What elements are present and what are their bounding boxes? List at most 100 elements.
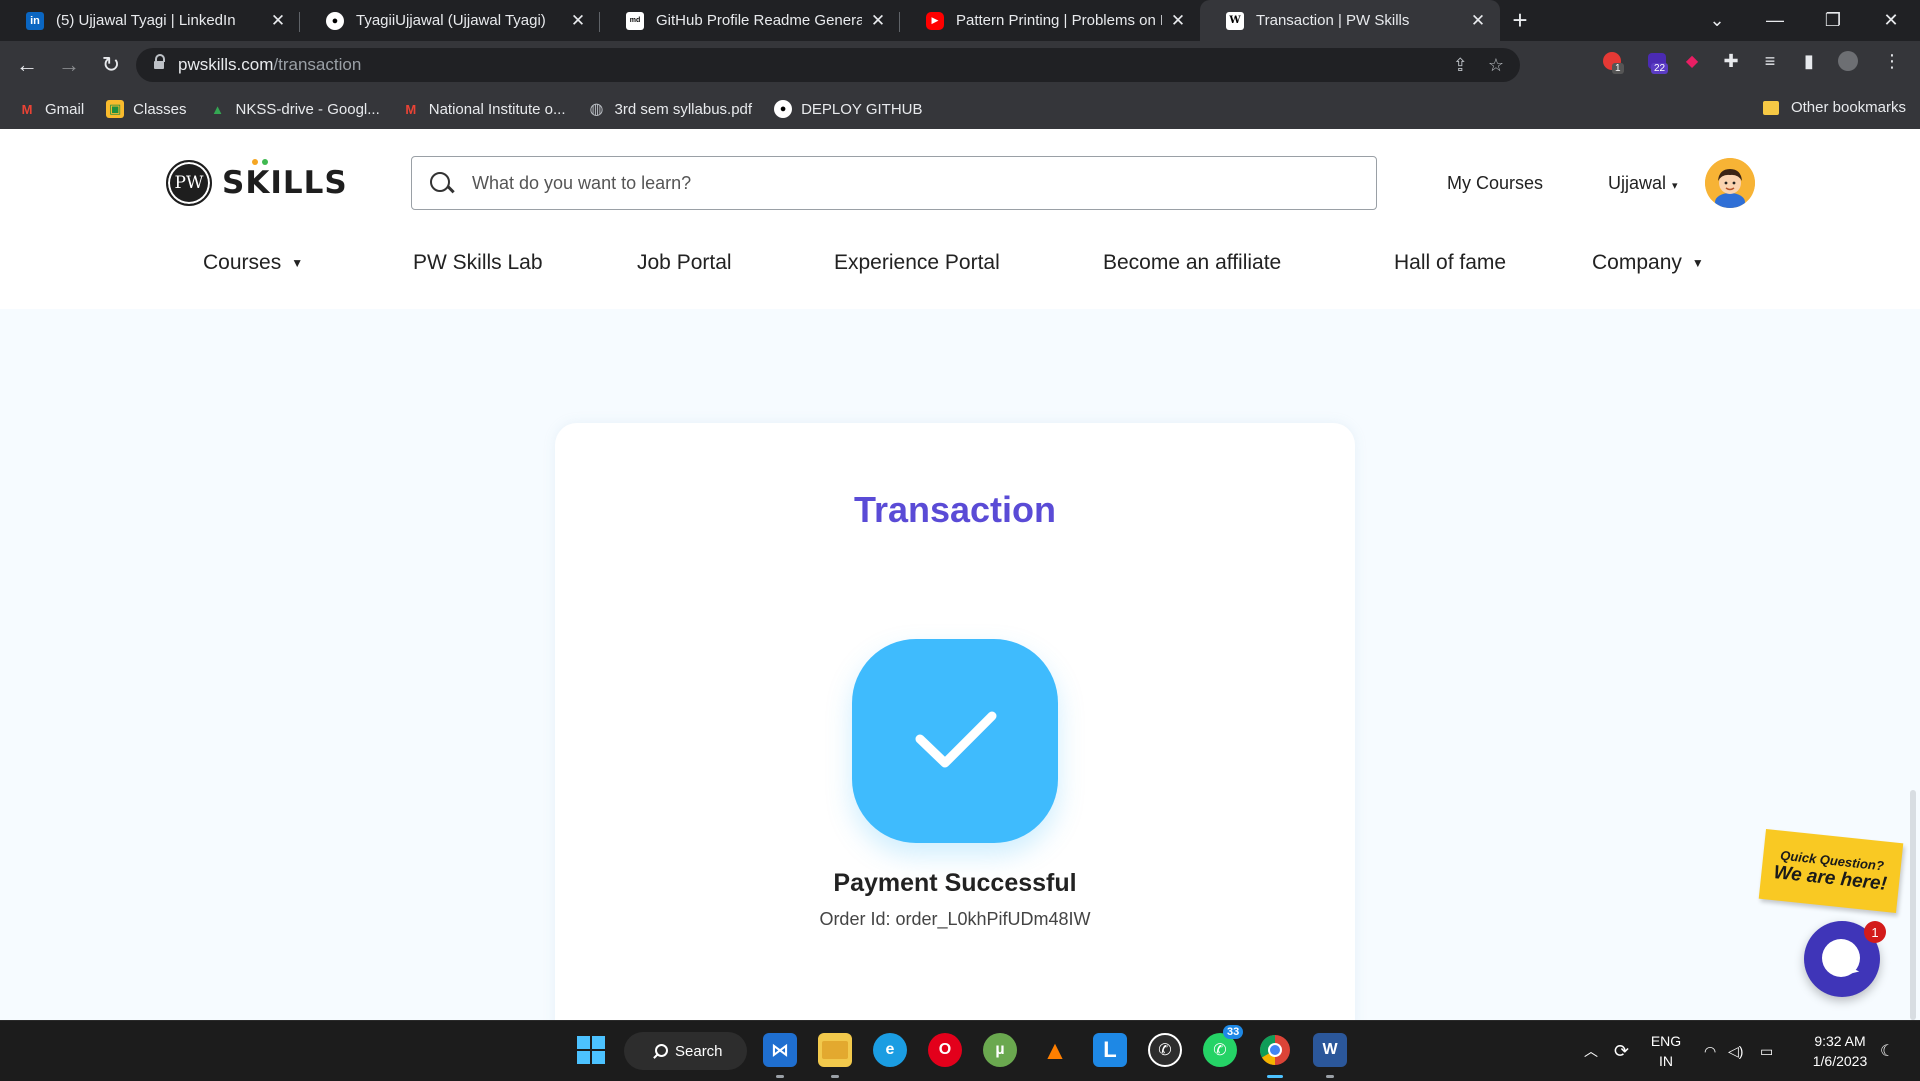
bookmark-deploy-github[interactable]: ● DEPLOY GITHUB bbox=[774, 100, 923, 118]
page-scrollbar[interactable] bbox=[1910, 790, 1916, 1020]
pw-skills-logo[interactable]: PW SKILLS bbox=[166, 159, 348, 206]
sync-icon[interactable]: ⟳ bbox=[1614, 1021, 1629, 1081]
main-navigation: Courses ▼ PW Skills Lab Job Portal Experi… bbox=[0, 245, 1920, 285]
chrome-menu-icon[interactable]: ⋮ bbox=[1880, 49, 1904, 73]
pw-logo-mark: PW bbox=[166, 160, 212, 206]
tab-search-chevron-icon[interactable]: ⌄ bbox=[1688, 10, 1746, 31]
bookmark-label: Gmail bbox=[45, 100, 85, 118]
taskbar-search-label: Search bbox=[675, 1042, 723, 1060]
wifi-icon[interactable]: ◠ bbox=[1704, 1021, 1716, 1081]
bookmark-label: DEPLOY GITHUB bbox=[801, 100, 923, 118]
chat-bubble-icon bbox=[1822, 939, 1860, 977]
folder-icon bbox=[1762, 100, 1779, 115]
volume-icon[interactable]: ◁) bbox=[1728, 1021, 1743, 1081]
avatar[interactable] bbox=[1705, 158, 1755, 208]
close-tab-icon[interactable]: ✕ bbox=[270, 11, 286, 31]
edge-icon[interactable]: e bbox=[873, 1033, 907, 1067]
chevron-down-icon: ▼ bbox=[291, 256, 304, 270]
notification-center-icon[interactable]: ☾ bbox=[1880, 1021, 1894, 1081]
forward-button[interactable]: → bbox=[50, 52, 88, 78]
payment-status: Payment Successful bbox=[833, 869, 1077, 897]
browser-toolbar: ← → ↻ pwskills.com/transaction ⇪ ☆ 1 22 … bbox=[0, 41, 1920, 89]
running-indicator bbox=[1326, 1075, 1334, 1078]
bookmark-syllabus[interactable]: ◍ 3rd sem syllabus.pdf bbox=[588, 100, 753, 119]
tab-linkedin[interactable]: in (5) Ujjawal Tyagi | LinkedIn ✕ bbox=[0, 0, 300, 41]
extension-purple-icon[interactable]: 22 bbox=[1645, 49, 1669, 74]
utorrent-icon[interactable]: µ bbox=[983, 1033, 1017, 1067]
bookmark-gmail[interactable]: M Gmail bbox=[18, 100, 85, 118]
extension-color-icon[interactable]: ◆ bbox=[1680, 49, 1704, 73]
whatsapp-icon[interactable]: ✆ 33 bbox=[1203, 1025, 1244, 1067]
nav-company[interactable]: Company ▼ bbox=[1592, 251, 1704, 275]
chevron-down-icon: ▾ bbox=[1672, 180, 1678, 192]
battery-icon[interactable]: ▭ bbox=[1760, 1021, 1773, 1081]
address-bar[interactable]: pwskills.com/transaction ⇪ ☆ bbox=[136, 48, 1520, 82]
tab-pwskills[interactable]: W Transaction | PW Skills ✕ bbox=[1200, 0, 1500, 41]
tab-github[interactable]: ● TyagiiUjjawal (Ujjawal Tyagi) ✕ bbox=[300, 0, 600, 41]
opera-icon[interactable]: O bbox=[928, 1033, 962, 1067]
vlc-icon[interactable]: ▲ bbox=[1038, 1033, 1072, 1067]
new-tab-button[interactable]: + bbox=[1500, 0, 1540, 41]
extension-red-icon[interactable]: 1 bbox=[1600, 49, 1624, 74]
nav-courses[interactable]: Courses ▼ bbox=[203, 251, 303, 275]
bookmark-nkss-drive[interactable]: ▲ NKSS-drive - Googl... bbox=[209, 100, 380, 118]
language-indicator[interactable]: ENG IN bbox=[1646, 1031, 1686, 1071]
extensions-puzzle-icon[interactable]: ✚ bbox=[1719, 49, 1743, 73]
close-tab-icon[interactable]: ✕ bbox=[870, 11, 886, 31]
url-domain: pwskills.com bbox=[178, 55, 274, 74]
share-icon[interactable]: ⇪ bbox=[1453, 55, 1468, 76]
other-bookmarks[interactable]: Other bookmarks bbox=[1762, 99, 1906, 116]
checkmark-icon bbox=[915, 711, 997, 768]
nav-experience-portal[interactable]: Experience Portal bbox=[834, 251, 1000, 275]
nav-hall-of-fame[interactable]: Hall of fame bbox=[1394, 251, 1506, 275]
classroom-icon: ▣ bbox=[106, 100, 125, 118]
windows-taskbar: Search ⋈ e O µ ▲ L ✆ ✆ 33 W ︿ ⟳ ENG IN ◠… bbox=[0, 1020, 1920, 1081]
taskbar-search-button[interactable]: Search bbox=[624, 1032, 747, 1070]
tab-readme-generator[interactable]: md GitHub Profile Readme Generator ✕ bbox=[600, 0, 900, 41]
close-tab-icon[interactable]: ✕ bbox=[570, 11, 586, 31]
bookmark-star-icon[interactable]: ☆ bbox=[1488, 55, 1504, 76]
course-search-box[interactable] bbox=[411, 156, 1377, 210]
nav-pw-skills-lab[interactable]: PW Skills Lab bbox=[413, 251, 543, 275]
chrome-taskbar-icon[interactable] bbox=[1258, 1033, 1292, 1067]
logo-text: SKILLS bbox=[222, 165, 348, 201]
restore-button[interactable]: ❐ bbox=[1804, 10, 1862, 31]
active-app-indicator bbox=[1267, 1075, 1283, 1078]
window-controls: ⌄ — ❐ ✕ bbox=[1688, 0, 1920, 41]
system-clock[interactable]: 9:32 AM 1/6/2023 bbox=[1800, 1031, 1880, 1071]
bookmark-classes[interactable]: ▣ Classes bbox=[106, 100, 187, 118]
windows-start-icon[interactable] bbox=[574, 1033, 608, 1067]
running-indicator bbox=[831, 1075, 839, 1078]
whatsapp-badge: 33 bbox=[1223, 1025, 1244, 1039]
file-explorer-icon[interactable] bbox=[818, 1033, 852, 1067]
media-control-icon[interactable]: ≡ bbox=[1758, 49, 1782, 73]
vscode-icon[interactable]: ⋈ bbox=[763, 1033, 797, 1067]
show-hidden-icons[interactable]: ︿ bbox=[1584, 1021, 1598, 1081]
user-menu[interactable]: Ujjawal ▾ bbox=[1608, 173, 1678, 194]
readme-generator-icon: md bbox=[626, 11, 644, 30]
profile-avatar-icon[interactable] bbox=[1836, 49, 1860, 73]
search-icon bbox=[653, 1044, 668, 1058]
user-name: Ujjawal bbox=[1608, 173, 1667, 193]
bookmark-national-institute[interactable]: M National Institute o... bbox=[402, 100, 565, 118]
word-icon[interactable]: W bbox=[1313, 1033, 1347, 1067]
lock-icon[interactable] bbox=[154, 54, 165, 71]
minimize-button[interactable]: — bbox=[1746, 10, 1804, 31]
search-input[interactable] bbox=[470, 171, 1354, 195]
side-panel-icon[interactable]: ▮ bbox=[1797, 49, 1821, 73]
close-window-button[interactable]: ✕ bbox=[1862, 10, 1920, 31]
lens-app-icon[interactable]: L bbox=[1093, 1033, 1127, 1067]
nav-job-portal[interactable]: Job Portal bbox=[637, 251, 732, 275]
back-button[interactable]: ← bbox=[8, 52, 46, 78]
quick-question-banner[interactable]: Quick Question? We are here! bbox=[1758, 828, 1904, 914]
language-code: ENG bbox=[1650, 1033, 1682, 1049]
close-tab-icon[interactable]: ✕ bbox=[1170, 11, 1186, 31]
chat-launcher-button[interactable]: 1 bbox=[1804, 921, 1886, 997]
reload-button[interactable]: ↻ bbox=[92, 52, 130, 78]
my-courses-link[interactable]: My Courses bbox=[1447, 173, 1543, 194]
nav-become-affiliate[interactable]: Become an affiliate bbox=[1103, 251, 1281, 275]
tab-youtube[interactable]: ▶ Pattern Printing | Problems on Loops ✕ bbox=[900, 0, 1200, 41]
search-icon bbox=[430, 172, 452, 194]
whatsapp-desktop-icon[interactable]: ✆ bbox=[1148, 1033, 1182, 1067]
close-tab-icon[interactable]: ✕ bbox=[1470, 11, 1486, 31]
